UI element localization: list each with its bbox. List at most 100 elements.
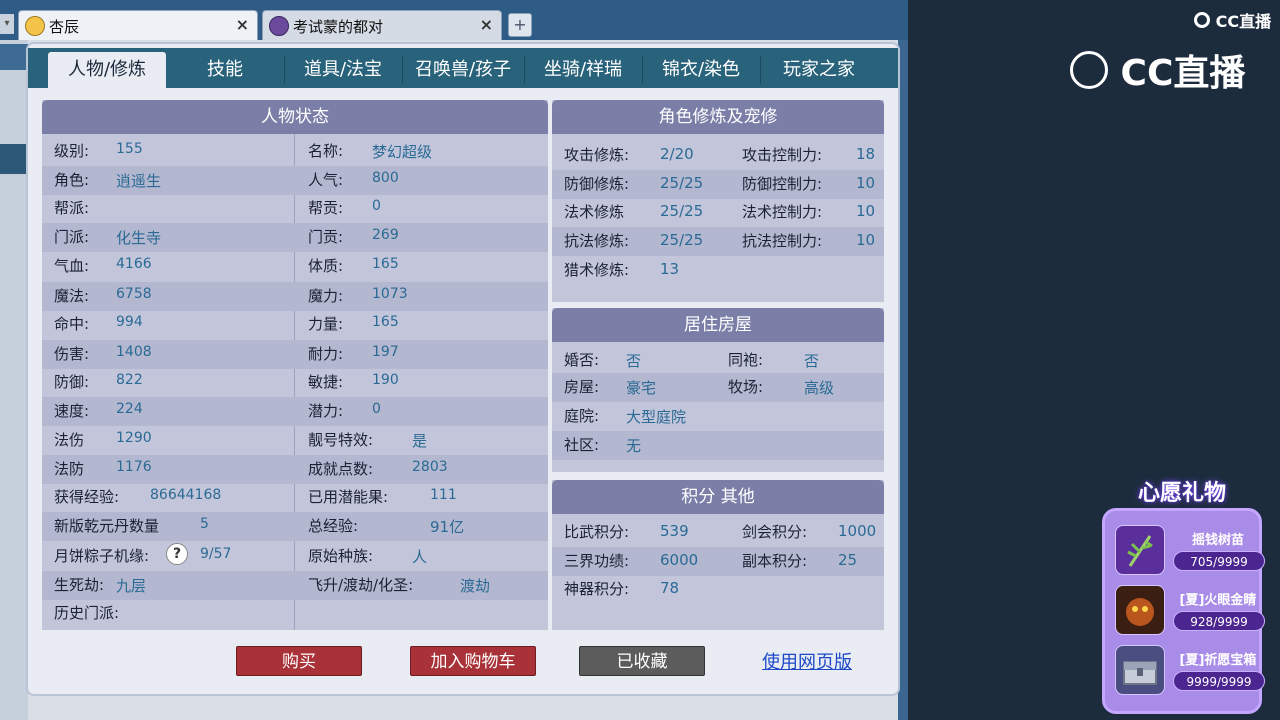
status-value: 1176: [116, 459, 152, 475]
status-row: [42, 194, 548, 223]
field-label: 防御修炼:: [564, 175, 630, 193]
status-label: 防御:: [54, 373, 90, 391]
tab-scroll-left-button[interactable]: ▾: [0, 14, 14, 34]
status-value: 190: [372, 372, 399, 388]
gift-item[interactable]: 摇钱树苗 705/9999: [1115, 525, 1265, 577]
status-label: 门贡:: [308, 228, 344, 246]
status-label: 已用潜能果:: [308, 488, 389, 506]
new-tab-button[interactable]: +: [508, 13, 532, 37]
status-label: 靓号特效:: [308, 431, 374, 449]
wish-gift-panel: 摇钱树苗 705/9999 [夏]火眼金睛 928/9999 [夏]祈愿宝箱 9…: [1102, 508, 1265, 714]
avatar-icon: [25, 16, 45, 36]
field-value: 78: [660, 579, 680, 597]
status-value: 人: [412, 548, 428, 566]
cultivation-section: 角色修炼及宠修 攻击修炼: 2/20 攻击控制力: 18 防御修炼: 25/25 防御控制力…: [552, 100, 884, 302]
status-label: 气血:: [54, 257, 90, 275]
status-value: 197: [372, 344, 399, 360]
gift-name: [夏]火眼金睛: [1179, 593, 1257, 608]
field-value: 18: [856, 145, 876, 163]
browser-tab-2[interactable]: 考试蒙的都对 ×: [262, 10, 502, 40]
field-value: 2/20: [660, 145, 694, 163]
page-stripe: [0, 144, 28, 174]
fire-eye-icon: [1115, 585, 1165, 635]
tab-pets[interactable]: 召唤兽/孩子: [404, 52, 522, 88]
field-label: 猎术修炼:: [564, 261, 630, 279]
gift-item[interactable]: [夏]火眼金睛 928/9999: [1115, 585, 1265, 637]
close-icon[interactable]: ×: [480, 15, 493, 34]
logo-text: CC直播: [1215, 12, 1272, 31]
status-label: 帮派:: [54, 199, 90, 217]
tab-outfits[interactable]: 锦衣/染色: [644, 52, 758, 88]
category-nav: 人物/修炼 技能 道具/法宝 召唤兽/孩子 坐骑/祥瑞 锦衣/染色 玩家之家: [28, 48, 898, 88]
field-value: 10: [856, 174, 876, 192]
row-band: [552, 373, 884, 402]
status-value: 逍遥生: [116, 172, 162, 190]
field-value: 无: [626, 437, 642, 455]
field-label: 副本积分:: [742, 552, 808, 570]
status-value: 九层: [116, 577, 147, 595]
housing-section: 居住房屋 婚否: 否 同袍: 否房屋: 豪宅 牧场: 高级 庭院: 大型庭院 社区: 无: [552, 308, 884, 472]
field-label: 牧场:: [728, 378, 764, 396]
status-value: 9/57: [200, 546, 232, 562]
cc-logo-icon: [1070, 51, 1108, 89]
status-value: 165: [372, 256, 399, 272]
treasure-chest-icon: [1115, 645, 1165, 695]
field-label: 三界功绩:: [564, 552, 630, 570]
field-value: 6000: [660, 551, 699, 569]
character-detail-panel: 人物/修炼 技能 道具/法宝 召唤兽/孩子 坐骑/祥瑞 锦衣/染色 玩家之家 人…: [28, 44, 898, 694]
status-value: 822: [116, 372, 143, 388]
status-value: 155: [116, 141, 143, 157]
tab-title: 杏辰: [49, 18, 80, 36]
field-label: 同袍:: [728, 351, 764, 369]
status-value: 0: [372, 401, 381, 417]
help-icon[interactable]: ?: [166, 543, 188, 565]
gift-progress: 928/9999: [1173, 611, 1265, 631]
add-to-cart-button[interactable]: 加入购物车: [410, 646, 536, 676]
field-value: 539: [660, 522, 689, 540]
gift-item[interactable]: [夏]祈愿宝箱 9999/9999: [1115, 645, 1265, 697]
web-version-link[interactable]: 使用网页版: [762, 648, 852, 674]
close-icon[interactable]: ×: [236, 15, 249, 34]
page-background-right: [898, 40, 908, 720]
tab-player-home[interactable]: 玩家之家: [762, 52, 876, 88]
field-value: 25: [838, 551, 858, 569]
status-label: 新版乾元丹数量: [54, 517, 160, 535]
field-value: 1000: [838, 522, 877, 540]
status-value: 165: [372, 314, 399, 330]
field-label: 抗法修炼:: [564, 232, 630, 250]
gift-progress: 9999/9999: [1173, 671, 1265, 691]
status-value: 86644168: [150, 487, 222, 503]
field-label: 社区:: [564, 436, 600, 454]
status-label: 魔法:: [54, 287, 90, 305]
status-value: 224: [116, 401, 143, 417]
tab-items[interactable]: 道具/法宝: [286, 52, 400, 88]
field-label: 攻击修炼:: [564, 146, 630, 164]
browser-tab-1[interactable]: 杏辰 ×: [18, 10, 258, 40]
field-label: 庭院:: [564, 407, 600, 425]
status-value: 1290: [116, 430, 152, 446]
status-label: 速度:: [54, 402, 90, 420]
field-label: 婚否:: [564, 351, 600, 369]
section-title: 角色修炼及宠修: [552, 100, 884, 134]
status-value: 91亿: [430, 518, 465, 536]
field-value: 否: [804, 352, 820, 370]
status-label: 帮贡:: [308, 199, 344, 217]
status-label: 潜力:: [308, 402, 344, 420]
status-value: 渡劫: [460, 577, 491, 595]
tab-skills[interactable]: 技能: [168, 52, 282, 88]
field-label: 神器积分:: [564, 580, 630, 598]
status-label: 级别:: [54, 142, 90, 160]
section-title: 积分 其他: [552, 480, 884, 514]
browser-window: ▾ 杏辰 × 考试蒙的都对 × + 人物/修炼 技能 道具/法宝 召唤兽/孩子 …: [0, 0, 908, 720]
favorited-button[interactable]: 已收藏: [579, 646, 705, 676]
tab-character[interactable]: 人物/修炼: [48, 52, 166, 88]
field-value: 25/25: [660, 231, 704, 249]
tab-mounts[interactable]: 坐骑/祥瑞: [526, 52, 640, 88]
buy-button[interactable]: 购买: [236, 646, 362, 676]
status-label: 角色:: [54, 171, 90, 189]
points-section: 积分 其他 比武积分: 539 剑会积分: 1000 三界功绩: 6000 副本积分: 25 神…: [552, 480, 884, 630]
field-label: 抗法控制力:: [742, 232, 823, 250]
field-value: 否: [626, 352, 642, 370]
field-label: 防御控制力:: [742, 175, 823, 193]
section-title: 居住房屋: [552, 308, 884, 342]
